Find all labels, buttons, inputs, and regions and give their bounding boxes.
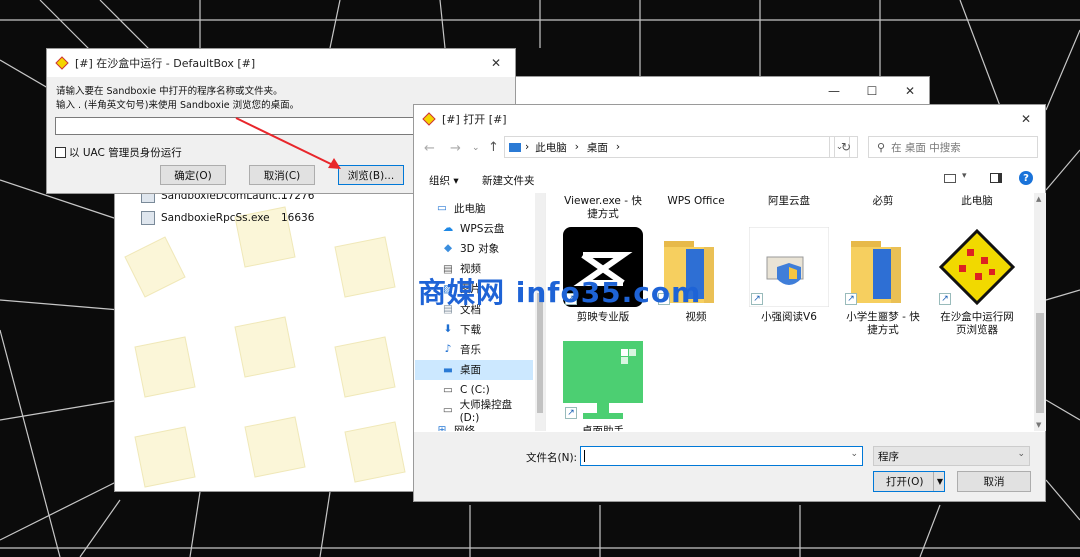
breadcrumb[interactable]: › 此电脑 › 桌面 › bbox=[504, 136, 830, 158]
up-button[interactable]: ↑ bbox=[488, 140, 499, 155]
file-item[interactable]: Viewer.exe - 快 捷方式 bbox=[558, 195, 648, 221]
computer-icon: ▭ bbox=[437, 202, 447, 214]
sandboxie-icon bbox=[422, 112, 436, 126]
view-options-icon[interactable] bbox=[944, 174, 956, 183]
chevron-right-icon: › bbox=[615, 141, 621, 153]
sidebar-item-label: 音乐 bbox=[460, 343, 481, 356]
scroll-up-arrow[interactable]: ▲ bbox=[1036, 195, 1041, 203]
search-placeholder: 在 桌面 中搜索 bbox=[891, 141, 961, 154]
installer-icon: ↗ bbox=[748, 226, 830, 308]
file-item[interactable]: WPS Office bbox=[651, 195, 741, 208]
sidebar-item-label: C (C:) bbox=[460, 383, 490, 396]
shortcut-arrow-icon: ↗ bbox=[751, 293, 763, 305]
music-icon: ♪ bbox=[444, 343, 452, 356]
filename-input[interactable]: ⌄ bbox=[580, 446, 863, 466]
watermark: 商媒网 info35.com bbox=[418, 276, 702, 309]
help-icon[interactable]: ? bbox=[1019, 171, 1033, 185]
shortcut-arrow-icon: ↗ bbox=[565, 407, 577, 419]
open-label: 打开(O) bbox=[886, 476, 924, 488]
sidebar-item[interactable]: ⊞ 网络 bbox=[415, 420, 533, 431]
shortcut-arrow-icon: ↗ bbox=[939, 293, 951, 305]
file-item[interactable]: ↗ 在沙盒中运行网 页浏览器 bbox=[932, 227, 1022, 337]
filename-label: 文件名(N): bbox=[526, 452, 578, 464]
sidebar-item[interactable]: ▭ 大师操控盘 (D:) bbox=[415, 399, 533, 424]
back-button[interactable]: ← bbox=[424, 141, 435, 156]
breadcrumb-item[interactable]: 此电脑 bbox=[535, 140, 567, 155]
file-item[interactable]: 阿里云盘 bbox=[744, 195, 834, 208]
sidebar-item-label: 此电脑 bbox=[454, 202, 486, 215]
chevron-right-icon: › bbox=[525, 141, 530, 153]
file-list-scrollbar[interactable]: ▲ ▼ bbox=[1034, 193, 1046, 431]
navigation-pane: ▭ 此电脑 ☁ WPS云盘 ◆ 3D 对象 ▤ 视频 ▨ 图片 ▤ 文档 ⬇ 下载 ♪ 音乐 ▬ 桌面 ▭ C (C:… bbox=[415, 193, 546, 431]
filetype-select[interactable]: 程序 ⌄ bbox=[873, 446, 1030, 466]
drive-icon: ▭ bbox=[442, 404, 453, 416]
sidebar-item[interactable]: ▬ 桌面 bbox=[415, 359, 533, 380]
chevron-down-icon[interactable]: ▾ bbox=[962, 171, 967, 181]
preview-pane-icon[interactable] bbox=[990, 173, 1002, 183]
organize-menu[interactable]: 组织 ▾ bbox=[429, 173, 459, 188]
breadcrumb-item[interactable]: 桌面 bbox=[587, 140, 608, 155]
file-list: Viewer.exe - 快 捷方式 WPS Office 阿里云盘 必剪 此电脑 ↗ 剪… bbox=[546, 193, 1034, 431]
search-input[interactable]: ⚲ 在 桌面 中搜索 bbox=[868, 136, 1038, 158]
open-dropdown-button[interactable]: ▼ bbox=[933, 472, 946, 491]
chevron-down-icon[interactable]: ⌄ bbox=[850, 449, 858, 459]
file-list-scroll-thumb[interactable] bbox=[1036, 313, 1044, 413]
monitor-icon: ↗ bbox=[563, 341, 643, 421]
chevron-right-icon: › bbox=[574, 141, 579, 153]
file-label: 小学生噩梦 - 快 捷方式 bbox=[846, 311, 920, 336]
navigation-scroll-thumb[interactable] bbox=[537, 293, 543, 413]
sidebar-item-label: 桌面 bbox=[460, 364, 481, 377]
cancel-button[interactable]: 取消 bbox=[957, 471, 1031, 492]
chevron-down-icon: ⌄ bbox=[1017, 449, 1025, 459]
folder-icon: ↗ bbox=[843, 227, 923, 307]
scroll-down-arrow[interactable]: ▼ bbox=[1036, 421, 1041, 429]
sidebar-item[interactable]: ☁ WPS云盘 bbox=[415, 218, 533, 238]
sidebar-item[interactable]: ▭ 此电脑 bbox=[415, 198, 533, 218]
file-label: 在沙盒中运行网 页浏览器 bbox=[940, 311, 1014, 336]
cube-icon: ◆ bbox=[443, 242, 453, 255]
sidebar-item-label: 网络 bbox=[454, 424, 475, 431]
sidebar-item[interactable]: ◆ 3D 对象 bbox=[415, 238, 533, 258]
sidebar-item-label: WPS云盘 bbox=[460, 222, 505, 235]
open-dialog-title: [#] 打开 [#] bbox=[442, 113, 507, 126]
desktop-icon: ▬ bbox=[443, 363, 453, 376]
search-icon: ⚲ bbox=[877, 140, 886, 154]
dialog-footer bbox=[414, 432, 1045, 501]
cloud-icon: ☁ bbox=[442, 222, 454, 235]
file-label: 视频 bbox=[685, 311, 707, 323]
sidebar-item[interactable]: ♪ 音乐 bbox=[415, 339, 533, 359]
sidebar-item-label: 3D 对象 bbox=[460, 242, 500, 255]
refresh-button[interactable]: ↻ bbox=[834, 136, 858, 158]
download-icon: ⬇ bbox=[443, 323, 453, 336]
close-button[interactable]: ✕ bbox=[1007, 105, 1045, 133]
network-icon: ⊞ bbox=[437, 424, 447, 431]
file-label: 剪映专业版 bbox=[576, 311, 630, 323]
sandboxie-icon: ↗ bbox=[937, 227, 1017, 307]
drive-icon: ▭ bbox=[443, 383, 453, 396]
text-caret bbox=[584, 450, 585, 462]
sidebar-item-label: 下载 bbox=[460, 323, 481, 336]
sidebar-item[interactable]: ⬇ 下载 bbox=[415, 319, 533, 339]
file-item[interactable]: ↗ 小学生噩梦 - 快 捷方式 bbox=[838, 227, 928, 337]
open-dialog-titlebar: [#] 打开 [#] ✕ bbox=[414, 105, 1045, 133]
file-item[interactable]: 必剪 bbox=[838, 195, 928, 208]
navigation-scrollbar[interactable] bbox=[535, 193, 545, 431]
file-label: 桌面助手 bbox=[582, 425, 624, 431]
new-folder-button[interactable]: 新建文件夹 bbox=[482, 173, 535, 188]
file-label: 小强阅读V6 bbox=[761, 311, 817, 323]
file-item[interactable]: ↗ 小强阅读V6 bbox=[744, 226, 834, 324]
monitor-icon bbox=[509, 142, 521, 152]
shortcut-arrow-icon: ↗ bbox=[845, 293, 857, 305]
filetype-value: 程序 bbox=[878, 450, 899, 463]
file-item[interactable]: ↗ 桌面助手 bbox=[558, 341, 648, 431]
file-item[interactable]: 此电脑 bbox=[932, 195, 1022, 208]
chevron-down-icon[interactable]: ⌄ bbox=[472, 143, 480, 153]
forward-button[interactable]: → bbox=[450, 141, 461, 156]
